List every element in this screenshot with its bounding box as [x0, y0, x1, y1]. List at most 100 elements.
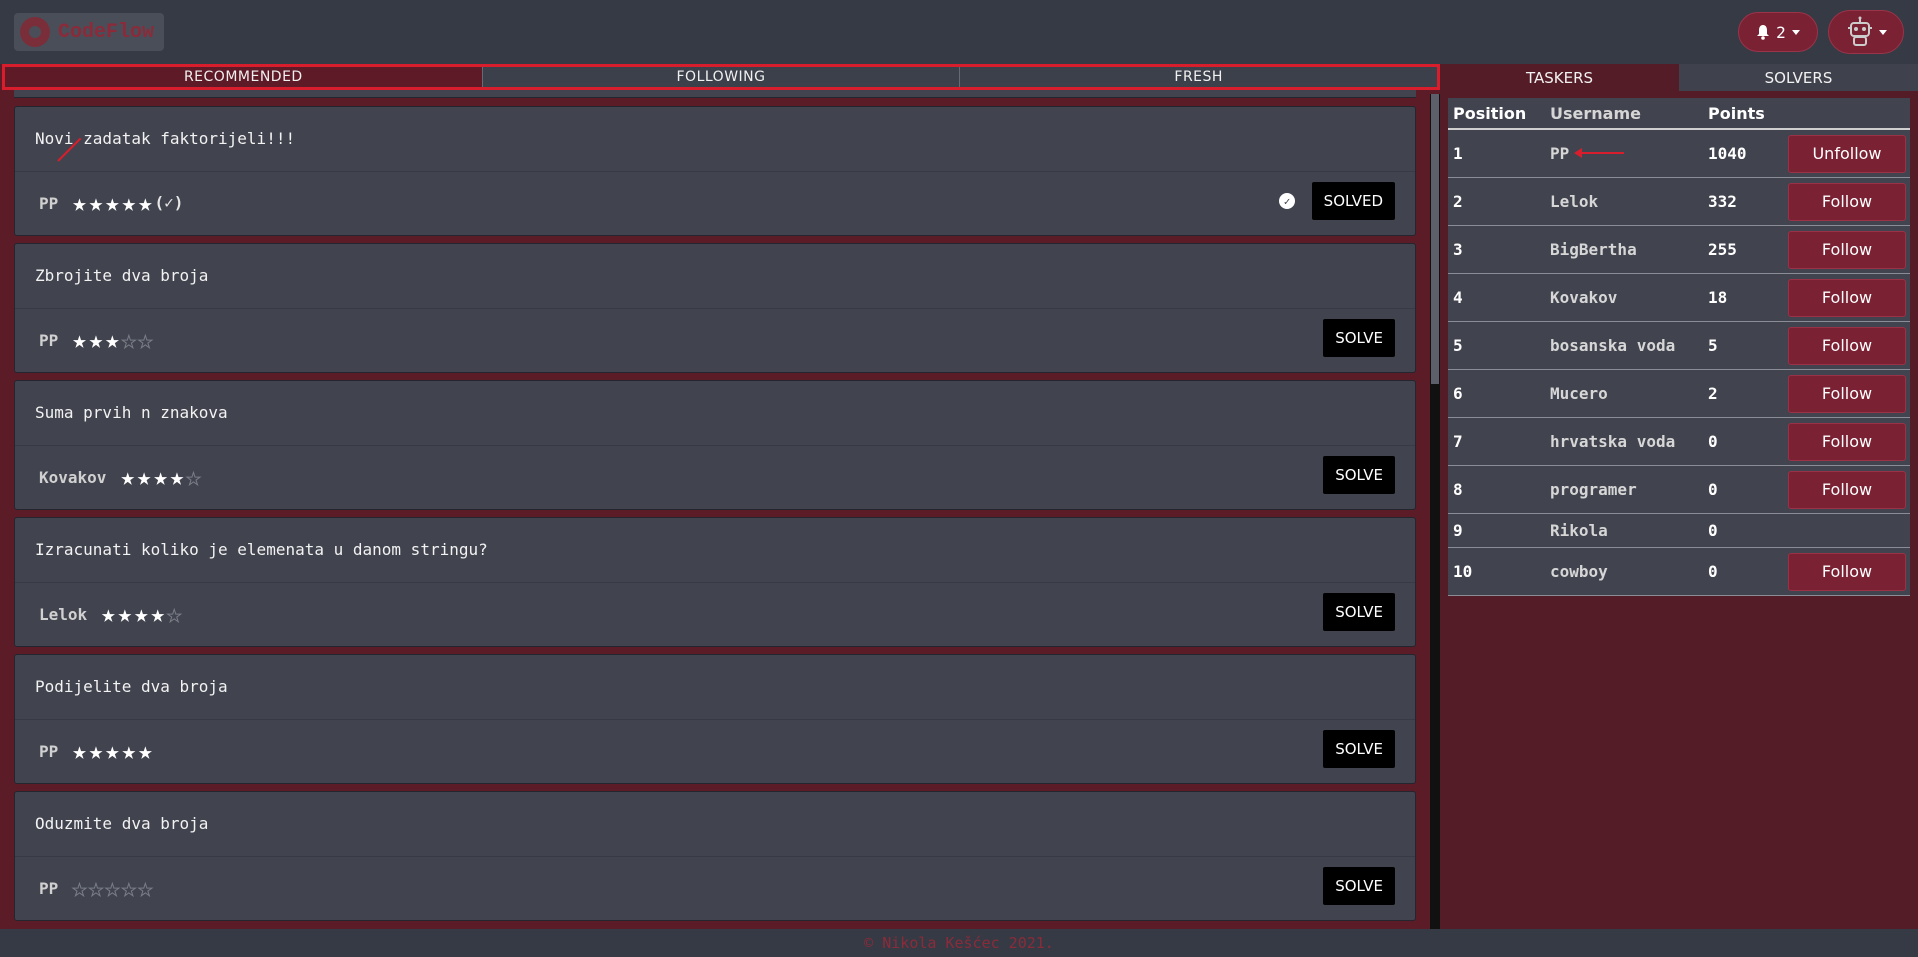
star-filled-icon: ★ [121, 189, 137, 217]
star-filled-icon: ★ [136, 463, 152, 491]
star-filled-icon: ★ [88, 189, 104, 217]
follow-button[interactable]: Follow [1788, 182, 1906, 221]
solve-button[interactable]: SOLVE [1323, 730, 1395, 768]
divider [15, 171, 1415, 172]
row-username[interactable]: Kovakov [1550, 288, 1708, 307]
solve-button[interactable]: SOLVE [1323, 319, 1395, 357]
row-points: 332 [1708, 192, 1737, 211]
star-filled-icon: ★ [138, 189, 153, 217]
notifications-button[interactable]: 2 [1738, 12, 1818, 52]
row-points: 0 [1708, 480, 1718, 499]
star-empty-icon: ★ [72, 874, 87, 902]
star-empty-icon: ★ [121, 326, 137, 354]
task-meta: PP ★ ★ ★ ★ ★ [39, 874, 153, 902]
tab-taskers[interactable]: TASKERS [1440, 64, 1679, 91]
row-position: 5 [1453, 336, 1463, 355]
row-username[interactable]: Rikola [1550, 521, 1708, 540]
unfollow-button[interactable]: Unfollow [1788, 134, 1906, 173]
task-author[interactable]: PP [39, 879, 58, 898]
row-position: 8 [1453, 480, 1463, 499]
follow-button[interactable]: Follow [1788, 422, 1906, 461]
row-username[interactable]: hrvatska voda [1550, 432, 1708, 451]
task-card[interactable]: Izracunati koliko je elemenata u danom s… [14, 517, 1416, 647]
row-username[interactable]: BigBertha [1550, 240, 1708, 259]
rating-stars: ★ ★ ★ ★ ★ [120, 463, 201, 491]
follow-button[interactable]: Follow [1788, 278, 1906, 317]
robot-avatar-icon [1848, 16, 1872, 46]
row-position: 7 [1453, 432, 1463, 451]
header-username: Username [1550, 103, 1641, 123]
row-action: Follow [1786, 552, 1910, 591]
row-username[interactable]: programer [1550, 480, 1708, 499]
row-position: 9 [1453, 521, 1463, 540]
divider [15, 856, 1415, 857]
tab-solvers[interactable]: SOLVERS [1679, 64, 1918, 91]
notifications-count: 2 [1776, 22, 1786, 42]
task-author[interactable]: PP [39, 194, 58, 213]
solved-button[interactable]: SOLVED [1311, 182, 1395, 220]
row-points: 255 [1708, 240, 1737, 259]
task-author[interactable]: Lelok [39, 605, 87, 624]
row-username[interactable]: Mucero [1550, 384, 1708, 403]
table-row: 1 PP 1040 Unfollow [1448, 130, 1910, 178]
tab-following[interactable]: FOLLOWING [483, 67, 961, 87]
task-author[interactable]: PP [39, 331, 58, 350]
follow-button[interactable]: Follow [1788, 326, 1906, 365]
task-card[interactable]: Suma prvih n znakova Kovakov ★ ★ ★ ★ ★ SOLVE [14, 380, 1416, 510]
annotation-arrow [1574, 148, 1624, 158]
follow-button[interactable]: Follow [1788, 374, 1906, 413]
task-author[interactable]: PP [39, 742, 58, 761]
row-action: Unfollow [1786, 134, 1910, 173]
solve-button[interactable]: SOLVE [1323, 456, 1395, 494]
table-row: 8 programer 0 Follow [1448, 466, 1910, 514]
tab-fresh[interactable]: FRESH [960, 67, 1437, 87]
task-list: Novi zadatak faktorijeli!!! PP ★ ★ ★ ★ ★ (✓) … [14, 106, 1416, 928]
star-filled-icon: ★ [72, 189, 87, 217]
row-username[interactable]: Lelok [1550, 192, 1708, 211]
follow-button[interactable]: Follow [1788, 230, 1906, 269]
scrollbar-thumb[interactable] [1431, 94, 1439, 384]
row-username[interactable]: bosanska voda [1550, 336, 1708, 355]
star-filled-icon: ★ [105, 737, 120, 765]
star-filled-icon: ★ [138, 737, 153, 765]
row-action: Follow [1786, 182, 1910, 221]
row-username[interactable]: PP [1550, 144, 1708, 163]
follow-button[interactable]: Follow [1788, 470, 1906, 509]
row-action: Follow [1786, 422, 1910, 461]
task-feed-panel: RECOMMENDED FOLLOWING FRESH Novi zadatak… [0, 64, 1440, 929]
task-meta: Kovakov ★ ★ ★ ★ ★ [39, 463, 201, 491]
star-filled-icon: ★ [105, 189, 120, 217]
feed-tabs: RECOMMENDED FOLLOWING FRESH [2, 64, 1440, 90]
task-author[interactable]: Kovakov [39, 468, 106, 487]
star-filled-icon: ★ [105, 326, 120, 354]
brand-link[interactable]: CodeFlow [14, 13, 164, 51]
user-menu-button[interactable] [1828, 10, 1904, 54]
solve-button[interactable]: SOLVE [1323, 867, 1395, 905]
row-position: 3 [1453, 240, 1463, 259]
row-username[interactable]: cowboy [1550, 562, 1708, 581]
table-header: Position Username Points [1448, 98, 1910, 130]
task-card[interactable]: Zbrojite dva broja PP ★ ★ ★ ★ ★ SOLVE [14, 243, 1416, 373]
bell-icon [1757, 25, 1770, 40]
task-title: Izracunati koliko je elemenata u danom s… [35, 540, 488, 559]
star-empty-icon: ★ [166, 600, 182, 628]
task-title: Zbrojite dva broja [35, 266, 209, 285]
task-card[interactable]: Novi zadatak faktorijeli!!! PP ★ ★ ★ ★ ★ (✓) … [14, 106, 1416, 236]
follow-button[interactable]: Follow [1788, 552, 1906, 591]
task-card[interactable]: Oduzmite dva broja PP ★ ★ ★ ★ ★ SOLVE [14, 791, 1416, 921]
row-position: 4 [1453, 288, 1463, 307]
leaderboard-table: Position Username Points 1 PP 1040 Unfollow… [1448, 98, 1910, 596]
tab-recommended[interactable]: RECOMMENDED [5, 67, 483, 87]
check-circle-icon: ✓ [1279, 193, 1295, 209]
star-empty-icon: ★ [88, 874, 104, 902]
rating-stars: ★ ★ ★ ★ ★ [72, 326, 153, 354]
row-position: 6 [1453, 384, 1463, 403]
chevron-down-icon [1879, 29, 1887, 35]
row-action: Follow [1786, 230, 1910, 269]
task-card[interactable]: Podijelite dva broja PP ★ ★ ★ ★ ★ SOLVE [14, 654, 1416, 784]
row-points: 0 [1708, 432, 1718, 451]
rating-stars: ★ ★ ★ ★ ★ [72, 874, 153, 902]
solve-button[interactable]: SOLVE [1323, 593, 1395, 631]
star-filled-icon: ★ [88, 326, 104, 354]
row-points: 1040 [1708, 144, 1747, 163]
